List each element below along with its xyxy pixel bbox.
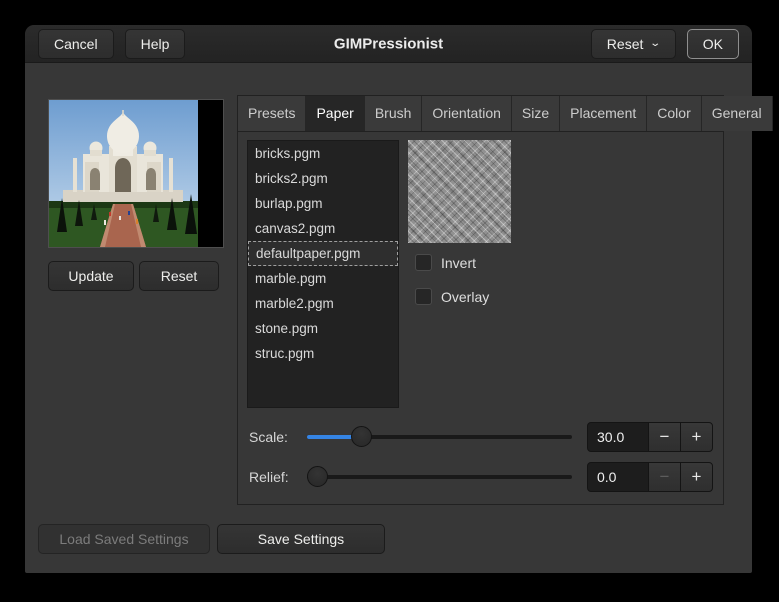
source-preview-frame xyxy=(48,99,224,248)
paper-list-item[interactable]: burlap.pgm xyxy=(248,191,398,216)
scale-row: Scale: 30.0 − + xyxy=(249,422,713,452)
relief-row: Relief: 0.0 − + xyxy=(249,462,713,492)
scale-slider[interactable] xyxy=(307,422,572,452)
relief-decrement-button: − xyxy=(648,462,681,492)
help-button[interactable]: Help xyxy=(125,29,186,59)
tab-brush[interactable]: Brush xyxy=(365,96,423,131)
chevron-down-icon: ⌄ xyxy=(650,38,662,49)
tab-placement[interactable]: Placement xyxy=(560,96,647,131)
scale-slider-fill xyxy=(307,435,355,439)
tab-strip: PresetsPaperBrushOrientationSizePlacemen… xyxy=(238,96,723,132)
tab-presets[interactable]: Presets xyxy=(238,96,306,131)
paper-list-item[interactable]: bricks2.pgm xyxy=(248,166,398,191)
save-settings-button[interactable]: Save Settings xyxy=(217,524,385,554)
window-title: GIMPressionist xyxy=(334,35,443,52)
tab-color[interactable]: Color xyxy=(647,96,701,131)
scale-decrement-button[interactable]: − xyxy=(648,422,681,452)
reset-dropdown-button[interactable]: Reset ⌄ xyxy=(591,29,676,59)
paper-list-item[interactable]: canvas2.pgm xyxy=(248,216,398,241)
cancel-button[interactable]: Cancel xyxy=(38,29,114,59)
relief-slider-track[interactable] xyxy=(307,475,572,479)
update-button[interactable]: Update xyxy=(48,261,134,291)
relief-slider-thumb[interactable] xyxy=(307,466,328,487)
relief-increment-button[interactable]: + xyxy=(680,462,713,492)
scale-label: Scale: xyxy=(249,429,307,445)
header-right-actions: Reset ⌄ OK xyxy=(591,29,739,59)
paper-list[interactable]: bricks.pgmbricks2.pgmburlap.pgmcanvas2.p… xyxy=(247,140,399,408)
tab-size[interactable]: Size xyxy=(512,96,560,131)
invert-checkbox-row[interactable]: Invert xyxy=(415,254,476,271)
overlay-label: Overlay xyxy=(441,289,489,305)
header-left-actions: Cancel Help xyxy=(38,29,185,59)
paper-list-item[interactable]: marble2.pgm xyxy=(248,291,398,316)
paper-list-item[interactable]: bricks.pgm xyxy=(248,141,398,166)
minus-icon: − xyxy=(660,467,670,487)
paper-texture-preview xyxy=(408,140,511,243)
paper-list-item[interactable]: stone.pgm xyxy=(248,316,398,341)
paper-list-item[interactable]: marble.pgm xyxy=(248,266,398,291)
source-preview-image xyxy=(49,100,223,247)
relief-slider[interactable] xyxy=(307,462,572,492)
gimpressionist-dialog: Cancel Help GIMPressionist Reset ⌄ OK xyxy=(25,25,752,573)
invert-label: Invert xyxy=(441,255,476,271)
plus-icon: + xyxy=(692,427,702,447)
plus-icon: + xyxy=(692,467,702,487)
preview-reset-button[interactable]: Reset xyxy=(139,261,219,291)
scale-slider-thumb[interactable] xyxy=(351,426,372,447)
overlay-checkbox[interactable] xyxy=(415,288,432,305)
settings-notebook: PresetsPaperBrushOrientationSizePlacemen… xyxy=(237,95,724,505)
paper-list-item[interactable]: struc.pgm xyxy=(248,341,398,366)
scale-increment-button[interactable]: + xyxy=(680,422,713,452)
relief-spinbox: 0.0 − + xyxy=(587,462,713,492)
relief-value-input[interactable]: 0.0 xyxy=(587,462,649,492)
header-bar: Cancel Help GIMPressionist Reset ⌄ OK xyxy=(25,25,752,63)
minus-icon: − xyxy=(660,427,670,447)
tab-general[interactable]: General xyxy=(702,96,773,131)
paper-list-item[interactable]: defaultpaper.pgm xyxy=(248,241,398,266)
invert-checkbox[interactable] xyxy=(415,254,432,271)
reset-dropdown-label: Reset xyxy=(607,36,644,52)
overlay-checkbox-row[interactable]: Overlay xyxy=(415,288,489,305)
tab-orientation[interactable]: Orientation xyxy=(422,96,511,131)
load-saved-settings-button[interactable]: Load Saved Settings xyxy=(38,524,210,554)
scale-value-input[interactable]: 30.0 xyxy=(587,422,649,452)
ok-button[interactable]: OK xyxy=(687,29,739,59)
relief-label: Relief: xyxy=(249,469,307,485)
scale-spinbox: 30.0 − + xyxy=(587,422,713,452)
tab-paper[interactable]: Paper xyxy=(306,96,364,131)
